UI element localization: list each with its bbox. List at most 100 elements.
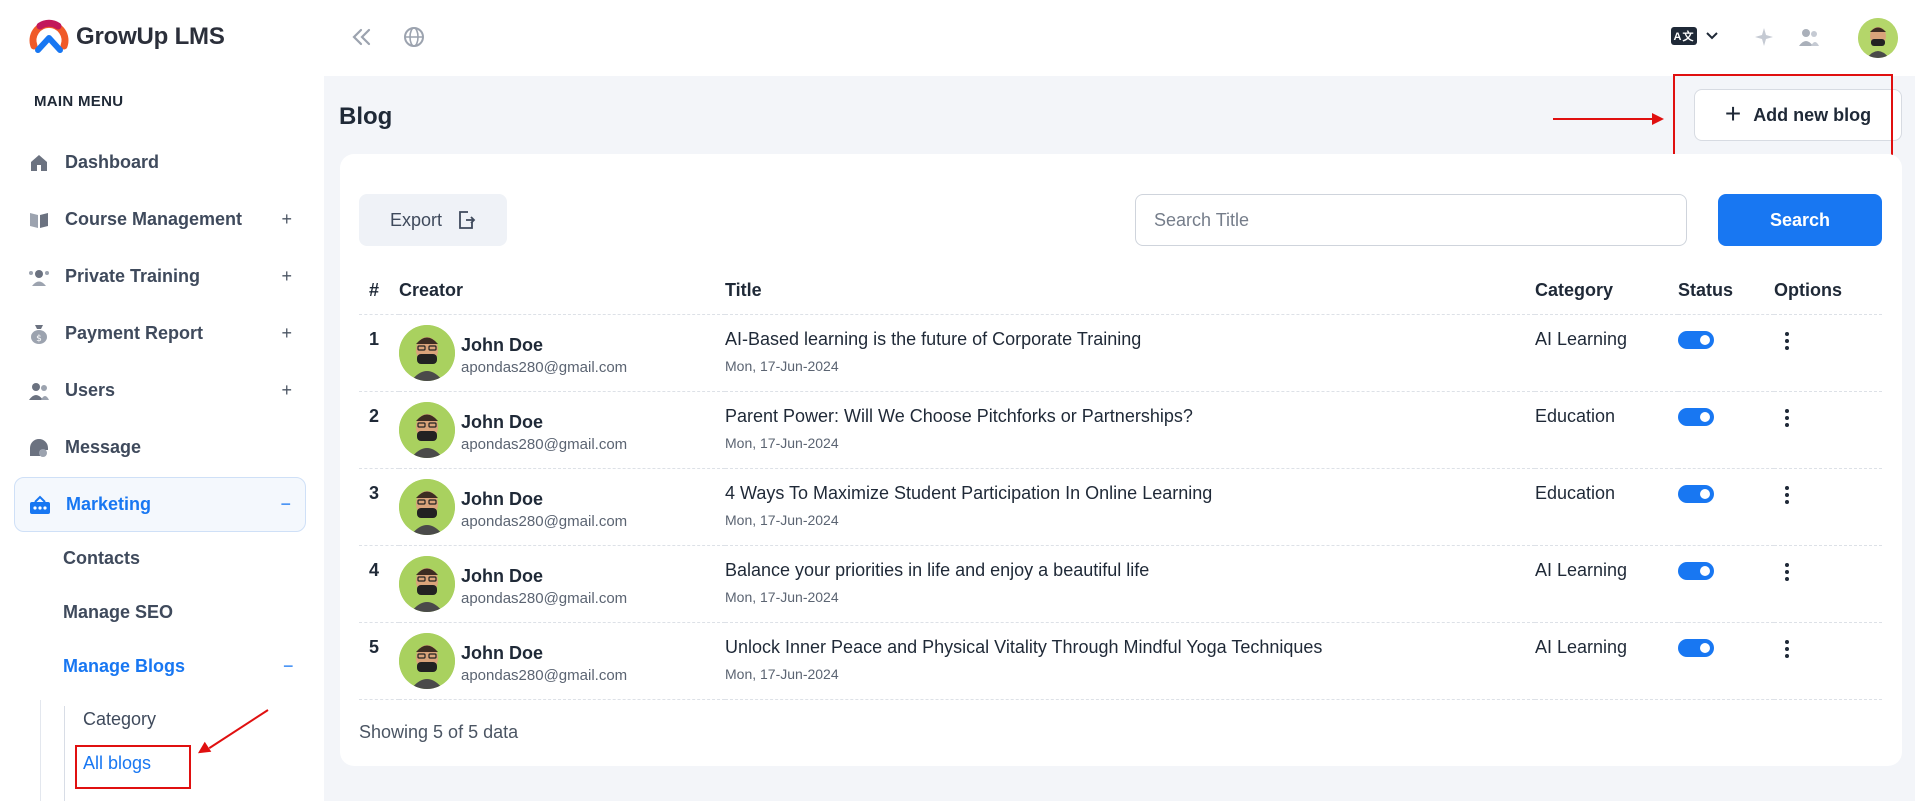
blog-category: Education (1535, 482, 1616, 503)
more-options-icon[interactable] (1777, 483, 1797, 507)
sidebar-subitem-category[interactable]: Category (83, 709, 156, 730)
row-number: 1 (359, 314, 399, 392)
creator-name: John Doe (461, 334, 544, 355)
status-toggle[interactable] (1678, 407, 1714, 426)
blog-category: AI Learning (1535, 559, 1628, 580)
status-cell (1678, 391, 1774, 469)
sidebar-item-dashboard[interactable]: Dashboard (14, 135, 306, 190)
collapse-icon[interactable]: − (283, 656, 294, 677)
avatar (399, 478, 455, 535)
globe-icon[interactable] (401, 24, 427, 50)
creator-email: apondas280@gmail.com (461, 512, 628, 530)
creator: John Doe apondas280@gmail.com (399, 632, 725, 689)
blog-title[interactable]: Unlock Inner Peace and Physical Vitality… (725, 637, 1535, 658)
blog-title[interactable]: Parent Power: Will We Choose Pitchforks … (725, 406, 1535, 427)
blog-title[interactable]: 4 Ways To Maximize Student Participation… (725, 483, 1535, 504)
user-avatar[interactable] (1858, 18, 1898, 58)
sidebar-item-private-training[interactable]: Private Training + (14, 249, 306, 304)
creator-name: John Doe (461, 642, 544, 663)
row-number: 3 (359, 468, 399, 546)
options-cell (1774, 545, 1882, 623)
table-header-row: # Creator Title Category Status Options (359, 270, 1882, 315)
status-cell (1678, 468, 1774, 546)
creator-info: John Doe apondas280@gmail.com (461, 566, 627, 607)
language-icon: A文 (1671, 27, 1697, 45)
sidebar-subitem-contacts[interactable]: Contacts (63, 548, 140, 569)
sidebar-item-label: Users (65, 380, 116, 400)
sidebar-item-label: Message (65, 437, 142, 457)
header-number: # (359, 270, 399, 315)
app-logo[interactable]: GrowUp LMS (26, 16, 225, 58)
table-row: 1 John Doe apondas280@gmail.com AI-Based… (359, 314, 1882, 392)
table-row: 3 John Doe apondas280@gmail.com 4 Ways T… (359, 468, 1882, 546)
sidebar-item-label: Marketing (66, 494, 152, 514)
status-toggle[interactable] (1678, 330, 1714, 349)
row-number: 5 (359, 622, 399, 700)
creator-cell: John Doe apondas280@gmail.com (399, 314, 725, 392)
options-cell (1774, 622, 1882, 700)
more-options-icon[interactable] (1777, 560, 1797, 584)
blog-date: Mon, 17-Jun-2024 (725, 588, 839, 605)
logo-icon (29, 19, 69, 53)
blog-date: Mon, 17-Jun-2024 (725, 357, 839, 374)
creator-name: John Doe (461, 411, 544, 432)
category-cell: AI Learning (1535, 314, 1678, 392)
status-cell (1678, 622, 1774, 700)
search-button[interactable]: Search (1718, 194, 1882, 246)
export-icon (459, 211, 476, 229)
creator: John Doe apondas280@gmail.com (399, 555, 725, 612)
status-toggle[interactable] (1678, 561, 1714, 580)
blog-category: AI Learning (1535, 636, 1628, 657)
creator-email: apondas280@gmail.com (461, 589, 628, 607)
sparkle-icon[interactable] (1751, 24, 1777, 50)
status-cell (1678, 314, 1774, 392)
creator-info: John Doe apondas280@gmail.com (461, 489, 627, 530)
sidebar-item-course-management[interactable]: Course Management + (14, 192, 306, 247)
submenu-guide-line (40, 700, 41, 801)
export-button[interactable]: Export (359, 194, 507, 246)
language-selector[interactable]: A文 (1671, 27, 1719, 45)
status-cell (1678, 545, 1774, 623)
table-row: 2 John Doe apondas280@gmail.com Parent P… (359, 391, 1882, 469)
more-options-icon[interactable] (1777, 406, 1797, 430)
status-toggle[interactable] (1678, 484, 1714, 503)
sidebar-subitem-manage-seo[interactable]: Manage SEO (63, 602, 173, 623)
sidebar-item-payment-report[interactable]: $ Payment Report + (14, 306, 306, 361)
creator-cell: John Doe apondas280@gmail.com (399, 391, 725, 469)
money-bag-icon: $ (28, 323, 50, 345)
users-icon[interactable] (1796, 24, 1822, 50)
collapse-sidebar-icon[interactable] (349, 24, 375, 50)
more-options-icon[interactable] (1777, 637, 1797, 661)
more-options-icon[interactable] (1777, 329, 1797, 353)
creator-cell: John Doe apondas280@gmail.com (399, 468, 725, 546)
creator-email: apondas280@gmail.com (461, 435, 628, 453)
category-cell: Education (1535, 468, 1678, 546)
export-label: Export (389, 209, 443, 230)
submenu-guide-line (64, 706, 65, 801)
highlight-box-all-blogs (75, 745, 191, 789)
creator-email: apondas280@gmail.com (461, 358, 628, 376)
blog-title[interactable]: Balance your priorities in life and enjo… (725, 560, 1535, 581)
blog-category: Education (1535, 405, 1616, 426)
status-toggle[interactable] (1678, 638, 1714, 657)
blog-title[interactable]: AI-Based learning is the future of Corpo… (725, 329, 1535, 350)
sidebar-subitem-manage-blogs[interactable]: Manage Blogs (63, 656, 185, 677)
annotation-arrow-line (1553, 118, 1653, 120)
creator-email: apondas280@gmail.com (461, 666, 628, 684)
options-cell (1774, 468, 1882, 546)
avatar (399, 555, 455, 612)
sidebar-item-message[interactable]: Message (14, 420, 306, 475)
creator-name: John Doe (461, 565, 544, 586)
options-cell (1774, 314, 1882, 392)
search-title-input[interactable] (1135, 194, 1687, 246)
message-icon (28, 437, 50, 459)
chevron-down-icon (1706, 32, 1718, 40)
sidebar-item-users[interactable]: Users + (14, 363, 306, 418)
app-name: GrowUp LMS (76, 23, 225, 50)
creator: John Doe apondas280@gmail.com (399, 401, 725, 458)
sidebar-item-label: Payment Report (65, 323, 204, 343)
sidebar-item-marketing[interactable]: Marketing − (14, 477, 306, 532)
pagination-summary: Showing 5 of 5 data (359, 722, 519, 742)
table-row: 4 John Doe apondas280@gmail.com Balance … (359, 545, 1882, 623)
avatar (399, 632, 455, 689)
